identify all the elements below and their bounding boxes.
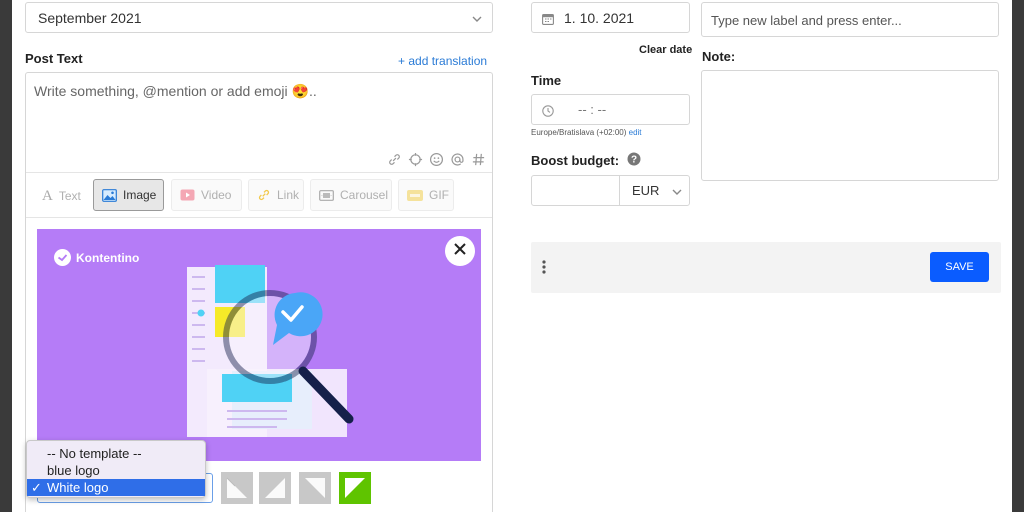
time-label: Time: [531, 73, 562, 88]
tab-video-label: Video: [201, 188, 232, 202]
time-value: -- : --: [578, 102, 607, 117]
emoji-icon[interactable]: [429, 152, 444, 172]
time-input[interactable]: -- : --: [531, 94, 690, 125]
date-input[interactable]: 1. 10. 2021: [531, 2, 690, 33]
link-tab-icon: [257, 188, 271, 202]
add-translation-link[interactable]: + add translation: [398, 54, 487, 68]
tab-text[interactable]: A Text: [33, 179, 90, 213]
image-icon: [102, 188, 117, 202]
timezone-line: Europe/Bratislava (+02:00) edit: [531, 128, 642, 137]
target-icon[interactable]: [408, 152, 423, 172]
chevron-down-icon: [671, 185, 683, 203]
currency-value: EUR: [632, 183, 660, 198]
template-option-blue-logo[interactable]: blue logo: [27, 462, 205, 479]
action-bar: SAVE: [531, 242, 1001, 293]
template-option-white-logo[interactable]: ✓ White logo: [27, 479, 205, 496]
clock-icon: [542, 104, 554, 122]
month-select-value: September 2021: [38, 10, 142, 26]
link-icon[interactable]: [387, 152, 402, 172]
editor-icons: [387, 152, 486, 172]
template-thumb-4[interactable]: [339, 472, 371, 504]
text-icon: A: [42, 187, 53, 204]
tab-image-label: Image: [123, 188, 157, 202]
tab-gif[interactable]: GIF: [398, 179, 454, 211]
labels-placeholder: Type new label and press enter...: [711, 13, 902, 28]
save-button-label: SAVE: [945, 261, 974, 273]
post-editor: September 2021 Post Text + add translati…: [12, 0, 1012, 512]
image-preview: Kontentino: [37, 229, 481, 461]
template-dropdown-menu: -- No template -- blue logo ✓ White logo: [26, 440, 206, 498]
carousel-icon: [319, 189, 334, 201]
post-text-label: Post Text: [25, 51, 83, 66]
tab-image[interactable]: Image: [93, 179, 164, 211]
tab-link[interactable]: Link: [248, 179, 304, 211]
month-select[interactable]: September 2021: [25, 2, 493, 33]
media-tabs: A Text Image Video Link Carousel GIF: [26, 173, 492, 218]
video-icon: [180, 189, 195, 201]
post-text-placeholder: Write something, @mention or add emoji 😍…: [34, 83, 317, 99]
template-option-none[interactable]: -- No template --: [27, 445, 205, 462]
template-thumb-1[interactable]: [221, 472, 253, 504]
boost-amount-input[interactable]: [531, 175, 620, 206]
close-icon: [453, 242, 467, 261]
help-icon[interactable]: ?: [627, 152, 641, 171]
template-thumb-2[interactable]: [259, 472, 291, 504]
tab-carousel[interactable]: Carousel: [310, 179, 392, 211]
gif-icon: [407, 189, 423, 201]
template-option-white-logo-label: White logo: [47, 480, 109, 495]
boost-budget-label: Boost budget:: [531, 153, 620, 168]
tab-link-label: Link: [277, 188, 300, 202]
labels-input[interactable]: Type new label and press enter...: [701, 2, 999, 37]
template-thumb-3[interactable]: [299, 472, 331, 504]
timezone-text: Europe/Bratislava (+02:00): [531, 128, 627, 137]
mention-icon[interactable]: [450, 152, 465, 172]
chevron-down-icon: [471, 12, 483, 30]
tab-video[interactable]: Video: [171, 179, 242, 211]
save-button[interactable]: SAVE: [930, 252, 989, 282]
calendar-icon: [542, 12, 554, 30]
date-value: 1. 10. 2021: [564, 10, 635, 26]
clear-date-link[interactable]: Clear date: [639, 44, 692, 56]
tab-carousel-label: Carousel: [340, 188, 389, 202]
hashtag-icon[interactable]: [471, 152, 486, 172]
document-search-illustration: [187, 265, 354, 437]
more-options-icon[interactable]: [542, 260, 546, 279]
timezone-edit-link[interactable]: edit: [629, 128, 642, 137]
svg-text:?: ?: [631, 155, 637, 166]
currency-select[interactable]: EUR: [619, 175, 690, 206]
tab-text-label: Text: [58, 189, 81, 203]
post-text-area[interactable]: Write something, @mention or add emoji 😍…: [26, 73, 492, 173]
tab-gif-label: GIF: [429, 188, 449, 202]
checkmark-icon: ✓: [31, 480, 42, 495]
note-textarea[interactable]: [701, 70, 999, 181]
remove-image-button[interactable]: [445, 236, 475, 266]
note-label: Note:: [702, 49, 736, 64]
